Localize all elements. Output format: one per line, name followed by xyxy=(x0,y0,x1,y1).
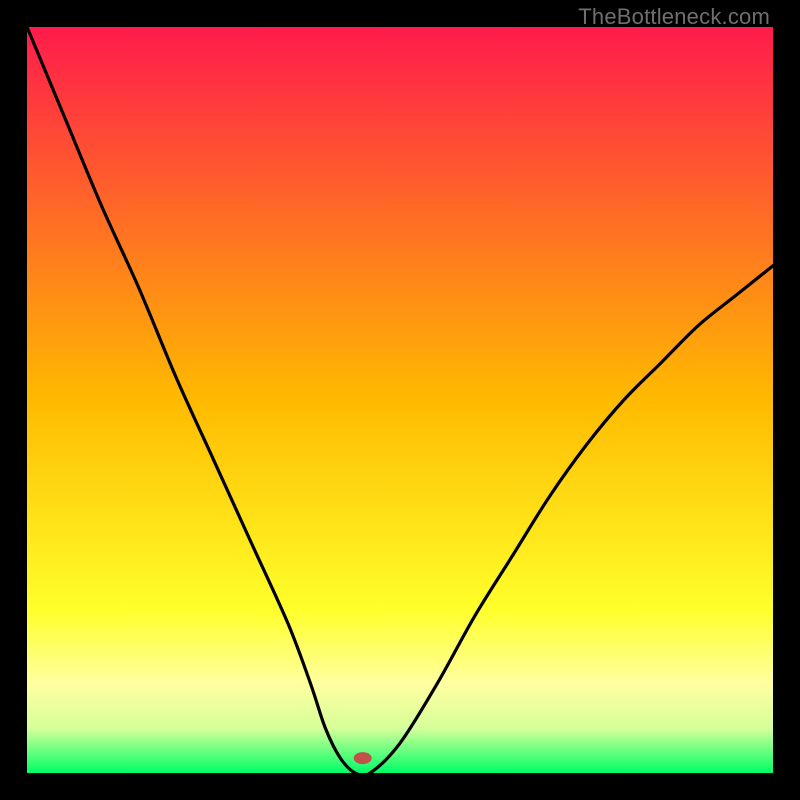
chart-frame: TheBottleneck.com xyxy=(0,0,800,800)
chart-svg xyxy=(27,27,773,773)
optimal-marker xyxy=(354,752,372,764)
gradient-background xyxy=(27,27,773,773)
plot-area xyxy=(27,27,773,773)
